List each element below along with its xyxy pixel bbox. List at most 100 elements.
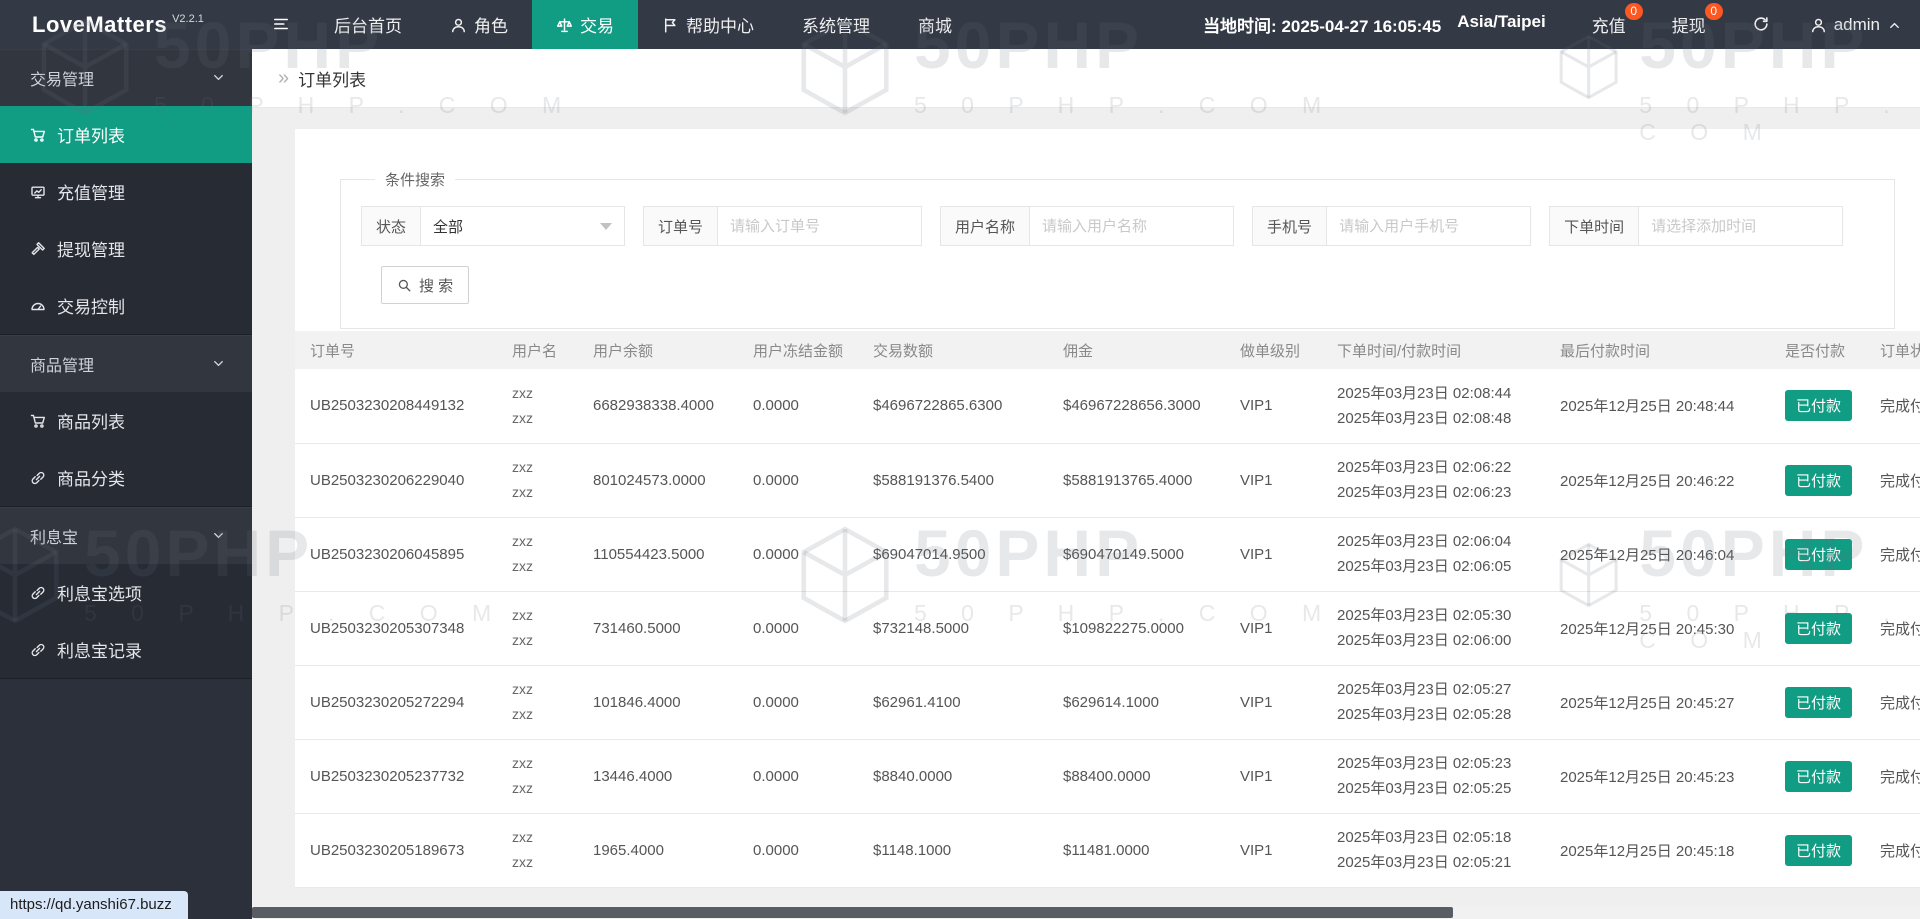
sidebar-item-利息宝选项[interactable]: 利息宝选项 (0, 564, 252, 621)
link-icon (30, 468, 46, 488)
level-cell: VIP1 (1225, 591, 1322, 666)
search-button[interactable]: 搜 索 (381, 266, 470, 304)
horizontal-scrollbar (252, 906, 1920, 919)
table-row: UB2503230206229040 zxz zxz 801024573.0000 0.… (295, 443, 1920, 518)
trade-amount-cell: $62961.4100 (858, 665, 1048, 740)
username-field: 用户名称 (940, 206, 1235, 246)
flag-icon (662, 15, 679, 35)
trade-amount-cell: $588191376.5400 (858, 443, 1048, 518)
sidebar-group-items: 订单列表 充值管理 提现管理交易控制 (0, 106, 252, 335)
frozen-amount-cell: 0.0000 (738, 739, 858, 814)
horizontal-scrollbar-thumb[interactable] (252, 907, 1453, 918)
username-cell: zxz zxz (497, 813, 578, 888)
local-time-label: 当地时间: 2025-04-27 16:05:45 (1203, 17, 1442, 36)
order-pay-time-cell: 2025年03月23日 02:05:27 2025年03月23日 02:05:28 (1322, 665, 1545, 740)
balance-cell: 731460.5000 (578, 591, 738, 666)
app-title: LoveMatters (32, 11, 168, 37)
sidebar-item-订单列表[interactable]: 订单列表 (0, 106, 252, 163)
username-label: admin (1833, 14, 1880, 34)
balance-cell: 13446.4000 (578, 739, 738, 814)
phone-input[interactable] (1326, 206, 1532, 246)
sidebar-group-items: 商品列表商品分类 (0, 392, 252, 507)
search-fields-row: 状态 全部 订单号 用户名称 手机号 (361, 206, 1874, 246)
nav-item-角色[interactable]: 角色 (426, 0, 532, 49)
order-status-cell: 完成付款 (1865, 443, 1920, 518)
column-header: 用户名 (497, 331, 578, 369)
order-pay-time-cell: 2025年03月23日 02:05:23 2025年03月23日 02:05:25 (1322, 739, 1545, 814)
sidebar-item-label: 交易控制 (57, 298, 125, 317)
chevron-down-icon (211, 527, 226, 545)
order-time-input[interactable] (1638, 206, 1844, 246)
cart-icon (30, 411, 46, 431)
sidebar-item-label: 利息宝记录 (57, 642, 142, 661)
user-menu[interactable]: admin (1810, 15, 1902, 35)
order-no-cell: UB2503230208449132 (295, 369, 497, 444)
nav-item-商城[interactable]: 商城 (894, 0, 976, 49)
top-nav-menu: 后台首页 角色 交易 帮助中心 系统管理 商城 (310, 0, 976, 49)
sidebar-item-提现管理[interactable]: 提现管理 (0, 220, 252, 277)
column-header: 用户余额 (578, 331, 738, 369)
link-icon (30, 583, 46, 603)
refresh-button[interactable] (1752, 15, 1770, 33)
username-input[interactable] (1029, 206, 1235, 246)
username-field-label: 用户名称 (940, 206, 1030, 246)
commission-cell: $46967228656.3000 (1048, 369, 1225, 444)
gauge-icon (30, 296, 46, 316)
local-time: 当地时间: 2025-04-27 16:05:45 Asia/Taipei (1203, 12, 1546, 37)
paid-badge: 已付款 (1785, 834, 1853, 866)
nav-item-后台首页[interactable]: 后台首页 (310, 0, 426, 49)
paid-badge: 已付款 (1785, 538, 1853, 570)
status-select[interactable]: 全部 (420, 206, 626, 246)
search-panel: 条件搜索 状态 全部 订单号 用户名称 手 (340, 169, 1895, 329)
paid-badge: 已付款 (1785, 390, 1853, 422)
order-no-input[interactable] (717, 206, 923, 246)
status-select-value: 全部 (433, 218, 464, 236)
status-field-label: 状态 (361, 206, 421, 246)
column-header: 订单号 (295, 331, 497, 369)
nav-item-label: 系统管理 (802, 17, 870, 36)
table-row: UB2503230205272294 zxz zxz 101846.4000 0.000… (295, 665, 1920, 740)
sidebar-item-交易控制[interactable]: 交易控制 (0, 277, 252, 334)
sidebar-item-利息宝记录[interactable]: 利息宝记录 (0, 621, 252, 678)
table-header-row: 订单号 用户名 用户余额 用户冻结金额 交易数额 佣金 做单级别 下单时间/付款时间 最后付款时… (295, 331, 1920, 369)
order-time-field: 下单时间 (1549, 206, 1844, 246)
nav-item-帮助中心[interactable]: 帮助中心 (638, 0, 778, 49)
top-navbar: LoveMatters V2.2.1 后台首页 角色 交易 帮助中心 系统管理 商城 当地… (0, 0, 1920, 49)
sidebar-group-利息宝[interactable]: 利息宝 (0, 507, 252, 564)
caret-down-icon (600, 222, 613, 230)
navbar-right: 当地时间: 2025-04-27 16:05:45 Asia/Taipei 充值… (1203, 0, 1920, 49)
level-cell: VIP1 (1225, 517, 1322, 592)
sidebar-item-充值管理[interactable]: 充值管理 (0, 163, 252, 220)
sidebar-collapse-button[interactable] (252, 0, 310, 49)
commission-cell: $109822275.0000 (1048, 591, 1225, 666)
sidebar-item-商品分类[interactable]: 商品分类 (0, 449, 252, 506)
commission-cell: $690470149.5000 (1048, 517, 1225, 592)
paid-badge: 已付款 (1785, 686, 1853, 718)
column-header: 最后付款时间 (1545, 331, 1770, 369)
order-no-cell: UB2503230205237732 (295, 739, 497, 814)
nav-item-系统管理[interactable]: 系统管理 (778, 0, 894, 49)
sidebar-group-商品管理[interactable]: 商品管理 (0, 335, 252, 392)
sidebar-group-label: 利息宝 (30, 530, 79, 547)
withdraw-nav-button[interactable]: 提现 0 (1672, 3, 1723, 37)
nav-item-交易[interactable]: 交易 (532, 0, 638, 49)
order-no-cell: UB2503230206045895 (295, 517, 497, 592)
chevron-up-icon (1887, 15, 1902, 35)
commission-cell: $11481.0000 (1048, 813, 1225, 888)
timezone-label: Asia/Taipei (1457, 12, 1546, 31)
recharge-nav-button[interactable]: 充值 0 (1592, 3, 1643, 37)
balance-cell: 101846.4000 (578, 665, 738, 740)
paid-status-cell: 已付款 (1770, 369, 1865, 444)
paid-status-cell: 已付款 (1770, 739, 1865, 814)
nav-item-label: 交易 (580, 17, 614, 36)
refresh-icon (1752, 15, 1770, 33)
sidebar-item-商品列表[interactable]: 商品列表 (0, 392, 252, 449)
last-pay-time-cell: 2025年12月25日 20:45:23 (1545, 739, 1770, 814)
cart-icon (30, 125, 46, 145)
sidebar-group-交易管理[interactable]: 交易管理 (0, 49, 252, 106)
sidebar-item-label: 商品分类 (57, 470, 125, 489)
breadcrumb-separator-icon: » (278, 66, 290, 89)
paid-badge: 已付款 (1785, 760, 1853, 792)
last-pay-time-cell: 2025年12月25日 20:45:27 (1545, 665, 1770, 740)
column-header: 订单状态 (1865, 331, 1920, 369)
